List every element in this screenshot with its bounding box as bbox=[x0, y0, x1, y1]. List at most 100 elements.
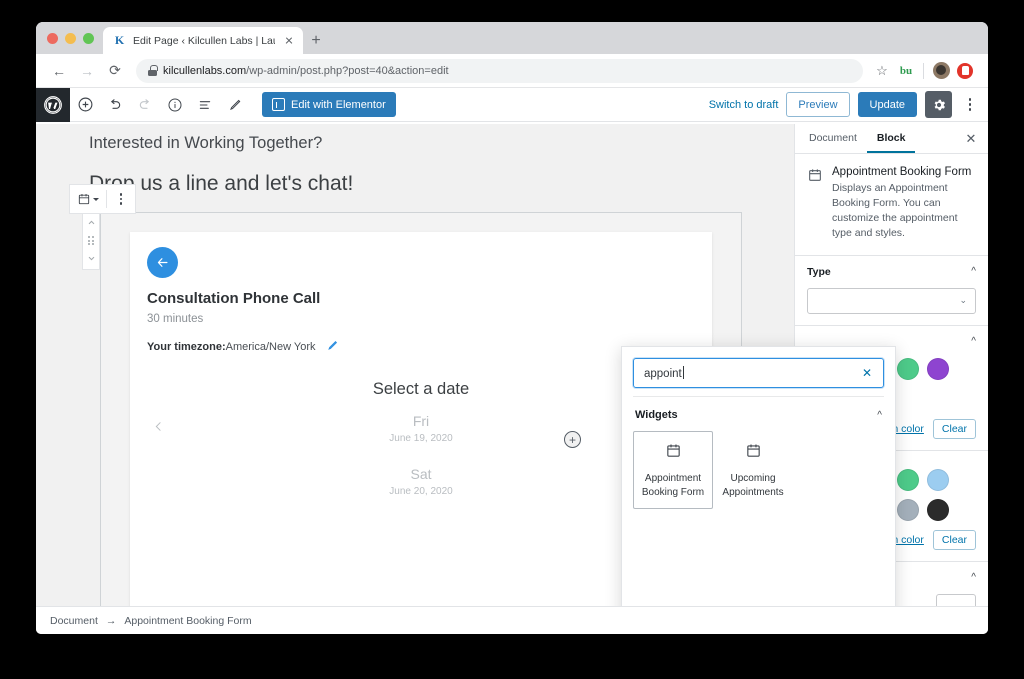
close-window-button[interactable] bbox=[47, 32, 58, 44]
tab-title: Edit Page ‹ Kilcullen Labs | Lau bbox=[133, 34, 275, 47]
close-icon[interactable]: ✕ bbox=[958, 124, 984, 153]
color-swatch[interactable] bbox=[897, 498, 919, 521]
calendar-icon[interactable] bbox=[70, 185, 106, 213]
back-arrow-icon[interactable] bbox=[147, 247, 178, 278]
window-traffic-lights bbox=[45, 22, 103, 54]
panel-type: Type ^ ⌄ bbox=[795, 256, 988, 326]
omnibox-divider bbox=[923, 62, 924, 79]
tab-block[interactable]: Block bbox=[866, 124, 916, 153]
pencil-icon[interactable] bbox=[220, 88, 250, 122]
red-circle-icon[interactable] bbox=[954, 60, 976, 82]
kebab-menu-icon[interactable] bbox=[960, 91, 980, 118]
close-icon[interactable] bbox=[282, 34, 296, 48]
chevron-down-icon[interactable] bbox=[83, 251, 99, 266]
tab-document[interactable]: Document bbox=[799, 124, 867, 153]
block-toolbar bbox=[69, 184, 136, 214]
new-tab-button[interactable]: + bbox=[303, 27, 329, 54]
list-view-icon[interactable] bbox=[190, 88, 220, 122]
browser-window: K Edit Page ‹ Kilcullen Labs | Lau + ← →… bbox=[36, 22, 988, 634]
inserter-block-grid: Appointment Booking Form Upcoming Appoin… bbox=[622, 429, 895, 509]
star-icon[interactable]: ☆ bbox=[871, 60, 893, 82]
preview-button[interactable]: Preview bbox=[786, 92, 850, 117]
calendar-icon bbox=[745, 442, 762, 464]
forward-arrow-icon: → bbox=[80, 62, 94, 79]
padding-input[interactable] bbox=[936, 593, 976, 606]
breadcrumb-item-document[interactable]: Document bbox=[50, 615, 98, 627]
switch-to-draft-link[interactable]: Switch to draft bbox=[709, 99, 779, 111]
search-input[interactable]: appoint ✕ bbox=[633, 358, 884, 388]
elementor-icon bbox=[272, 98, 285, 111]
minimize-window-button[interactable] bbox=[65, 32, 76, 44]
inserter-section-widgets-header[interactable]: Widgets ^ bbox=[622, 397, 895, 429]
drag-handle-icon[interactable] bbox=[88, 236, 94, 245]
chevron-up-icon: ^ bbox=[877, 409, 882, 421]
tab-favicon: K bbox=[114, 33, 125, 47]
breadcrumb: Document → Appointment Booking Form bbox=[36, 606, 988, 634]
url-text: kilcullenlabs.com/wp-admin/post.php?post… bbox=[163, 65, 449, 77]
reload-icon[interactable]: ⟳ bbox=[102, 58, 128, 84]
chevron-up-icon[interactable] bbox=[83, 215, 99, 230]
url-field[interactable]: kilcullenlabs.com/wp-admin/post.php?post… bbox=[136, 58, 863, 83]
kebab-menu-icon[interactable] bbox=[107, 185, 135, 213]
inserter-search-row: appoint ✕ bbox=[622, 347, 895, 396]
lock-icon bbox=[148, 65, 158, 76]
block-card: Appointment Booking Form Displays an App… bbox=[795, 154, 988, 256]
calendar-icon bbox=[665, 442, 682, 464]
block-inserter-popover: appoint ✕ Widgets ^ Appointment Booking … bbox=[621, 346, 896, 606]
appointment-duration: 30 minutes bbox=[147, 313, 204, 325]
pencil-icon[interactable] bbox=[326, 339, 339, 355]
panel-type-header[interactable]: Type ^ bbox=[795, 256, 988, 288]
block-mover-controls bbox=[82, 211, 100, 270]
sidebar-tabs: Document Block ✕ bbox=[795, 124, 988, 154]
browser-tab[interactable]: K Edit Page ‹ Kilcullen Labs | Lau bbox=[103, 27, 303, 54]
inserter-block-upcoming-appointments[interactable]: Upcoming Appointments bbox=[713, 431, 793, 509]
wordpress-logo-icon[interactable] bbox=[36, 87, 70, 122]
browser-tab-strip: K Edit Page ‹ Kilcullen Labs | Lau + bbox=[36, 22, 988, 54]
clear-color-button[interactable]: Clear bbox=[932, 529, 976, 550]
chevron-up-icon: ^ bbox=[971, 336, 976, 348]
timezone-label: Your timezone: bbox=[147, 341, 226, 353]
editor-toolbar-actions: Switch to draft Preview Update bbox=[709, 91, 988, 118]
color-swatch[interactable] bbox=[897, 468, 919, 491]
info-circle-icon[interactable] bbox=[160, 88, 190, 122]
color-swatch[interactable] bbox=[927, 498, 949, 521]
close-icon[interactable]: ✕ bbox=[859, 366, 875, 380]
clear-color-button[interactable]: Clear bbox=[932, 418, 976, 439]
timezone-value: America/New York bbox=[225, 341, 316, 353]
browser-omnibox-row: ← → ⟳ kilcullenlabs.com/wp-admin/post.ph… bbox=[36, 54, 988, 88]
redo-button bbox=[130, 88, 160, 122]
wordpress-editor-toolbar: Edit with Elementor Switch to draft Prev… bbox=[36, 87, 988, 122]
undo-button[interactable] bbox=[100, 88, 130, 122]
inserter-block-appointment-booking-form[interactable]: Appointment Booking Form bbox=[633, 431, 713, 509]
panel-type-title: Type bbox=[807, 265, 831, 278]
chevron-up-icon: ^ bbox=[971, 572, 976, 584]
chevron-up-icon: ^ bbox=[971, 266, 976, 278]
breadcrumb-separator: → bbox=[105, 614, 117, 627]
editor-body: Interested in Working Together? Drop us … bbox=[36, 124, 988, 606]
inserter-block-label: Upcoming Appointments bbox=[722, 473, 784, 498]
url-host: kilcullenlabs.com bbox=[163, 64, 247, 77]
avatar[interactable] bbox=[930, 60, 952, 82]
block-card-description: Displays an Appointment Booking Form. Yo… bbox=[832, 182, 958, 239]
color-swatch[interactable] bbox=[897, 357, 919, 380]
inserter-section-title: Widgets bbox=[635, 409, 678, 421]
calendar-icon bbox=[807, 167, 823, 241]
add-block-button[interactable] bbox=[70, 88, 100, 122]
avatar-icon bbox=[932, 62, 950, 79]
extension-bu-icon[interactable]: bu bbox=[895, 60, 917, 82]
chevron-down-icon bbox=[93, 197, 99, 201]
color-swatch[interactable] bbox=[927, 468, 949, 491]
breadcrumb-item-block[interactable]: Appointment Booking Form bbox=[124, 615, 251, 627]
block-card-title: Appointment Booking Form bbox=[832, 166, 972, 178]
color-swatch[interactable] bbox=[927, 357, 949, 380]
edit-with-elementor-label: Edit with Elementor bbox=[291, 98, 386, 111]
panel-type-body: ⌄ bbox=[795, 287, 988, 325]
edit-with-elementor-button[interactable]: Edit with Elementor bbox=[262, 92, 396, 117]
update-button[interactable]: Update bbox=[857, 92, 917, 117]
chevron-down-icon: ⌄ bbox=[959, 295, 967, 306]
appointment-type-select[interactable]: ⌄ bbox=[807, 287, 976, 314]
gear-icon[interactable] bbox=[925, 91, 952, 118]
add-block-appender-button[interactable]: + bbox=[564, 431, 581, 448]
back-arrow-icon[interactable]: ← bbox=[46, 58, 72, 84]
maximize-window-button[interactable] bbox=[83, 32, 94, 44]
